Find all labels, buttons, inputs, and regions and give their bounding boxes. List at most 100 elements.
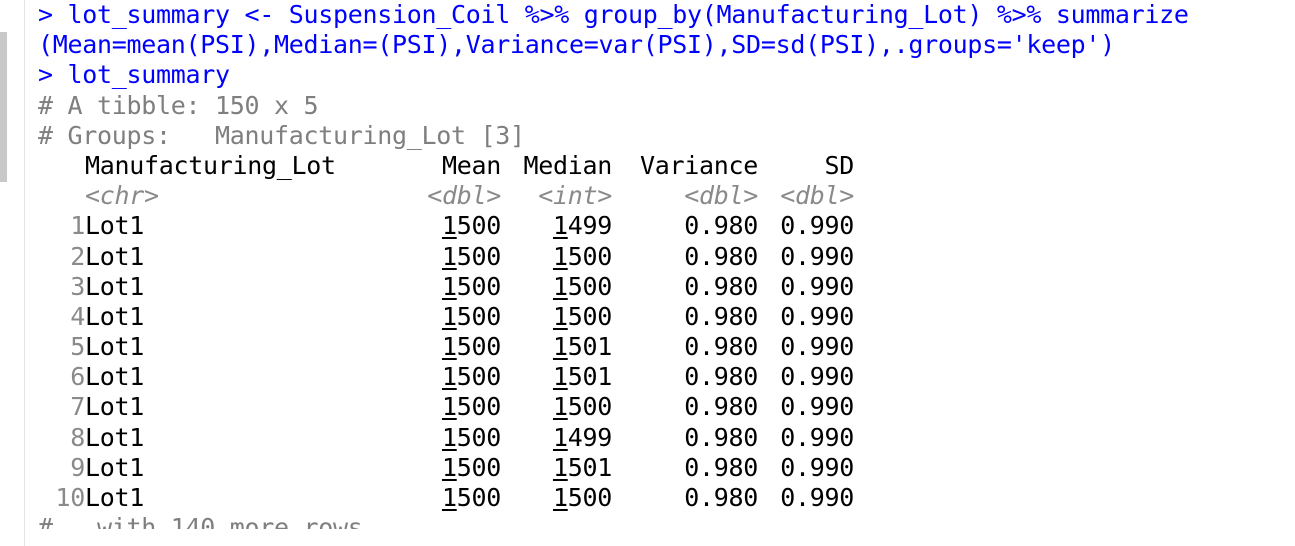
cell-median-rest: 500 <box>567 483 613 512</box>
cell-mean: 1500 <box>390 242 501 272</box>
cell-variance: 0.980 <box>684 301 758 331</box>
cell-variance: 0.980 <box>684 483 758 512</box>
type-mean: <dbl> <box>427 181 501 211</box>
cell-mean: 1500 <box>390 483 501 513</box>
cell-median-lead-digit: 1 <box>552 332 568 362</box>
cell-mean-lead-digit: 1 <box>441 452 457 482</box>
table-row: 7Lot1 1500 1500 0.980 0.990 <box>38 392 1295 422</box>
table-types: <chr> <dbl> <int> <dbl> <dbl> <box>38 181 1295 211</box>
cell-variance: 0.980 <box>684 271 758 301</box>
table-row: 3Lot1 1500 1500 0.980 0.990 <box>38 272 1295 302</box>
table-row: 8Lot1 1500 1499 0.980 0.990 <box>38 423 1295 453</box>
cell-lot: Lot1 <box>85 301 145 331</box>
cell-median-lead-digit: 1 <box>552 211 568 241</box>
cell-mean-lead-digit: 1 <box>441 362 457 392</box>
cell-median: 1500 <box>501 302 612 332</box>
cell-lot: Lot1 <box>85 211 145 241</box>
cell-median-lead-digit: 1 <box>552 271 568 301</box>
cell-lot: Lot1 <box>85 392 145 422</box>
cell-median-lead-digit: 1 <box>552 422 568 452</box>
cell-median: 1501 <box>501 362 612 392</box>
cell-lot: Lot1 <box>85 422 145 452</box>
cell-median: 1499 <box>501 423 612 453</box>
col-header-lot: Manufacturing_Lot <box>85 150 336 180</box>
cell-lot: Lot1 <box>85 332 145 362</box>
cell-lot: Lot1 <box>85 271 145 301</box>
row-number: 3 <box>70 271 85 301</box>
table-row: 2Lot1 1500 1500 0.980 0.990 <box>38 242 1295 272</box>
cell-median-rest: 500 <box>567 301 613 331</box>
cell-median-rest: 501 <box>567 452 613 482</box>
cell-sd: 0.990 <box>780 422 854 452</box>
cell-sd: 0.990 <box>780 392 854 422</box>
col-header-variance: Variance <box>639 150 758 180</box>
cell-sd: 0.990 <box>780 483 854 512</box>
cell-mean: 1500 <box>390 302 501 332</box>
col-header-median: Median <box>523 150 612 180</box>
row-number: 5 <box>70 332 85 362</box>
cell-mean-rest: 500 <box>456 211 502 241</box>
type-variance: <dbl> <box>684 181 758 211</box>
cell-mean-rest: 500 <box>456 392 502 422</box>
table-body: 1Lot1 1500 1499 0.980 0.990 2Lot1 1500 1500 0.98… <box>38 211 1295 513</box>
cell-sd: 0.990 <box>780 271 854 301</box>
cell-lot: Lot1 <box>85 362 145 392</box>
cell-sd: 0.990 <box>780 301 854 331</box>
cell-mean-lead-digit: 1 <box>441 271 457 301</box>
cell-mean-lead-digit: 1 <box>441 211 457 241</box>
cell-median-lead-digit: 1 <box>552 241 568 271</box>
cell-median-rest: 499 <box>567 211 613 241</box>
cell-sd: 0.990 <box>780 332 854 362</box>
cell-median-rest: 499 <box>567 422 613 452</box>
cell-mean-rest: 500 <box>456 271 502 301</box>
cell-mean: 1500 <box>390 392 501 422</box>
cell-median: 1501 <box>501 453 612 483</box>
cell-sd: 0.990 <box>780 211 854 241</box>
cell-mean: 1500 <box>390 332 501 362</box>
command-line-1: > lot_summary <- Suspension_Coil %>% gro… <box>38 0 1189 29</box>
col-header-sd: SD <box>824 150 854 180</box>
type-sd: <dbl> <box>780 181 854 211</box>
cell-mean-lead-digit: 1 <box>441 422 457 452</box>
cell-sd: 0.990 <box>780 362 854 392</box>
scrollbar-thumb[interactable] <box>0 32 7 182</box>
cell-median-lead-digit: 1 <box>552 392 568 422</box>
cell-mean-rest: 500 <box>456 422 502 452</box>
cell-mean: 1500 <box>390 362 501 392</box>
cell-mean-rest: 500 <box>456 362 502 392</box>
cell-median-rest: 501 <box>567 332 613 362</box>
row-number: 6 <box>70 362 85 392</box>
cell-median: 1501 <box>501 332 612 362</box>
cell-variance: 0.980 <box>684 332 758 362</box>
cell-mean-rest: 500 <box>456 241 502 271</box>
row-number: 4 <box>70 301 85 331</box>
cell-median-rest: 500 <box>567 392 613 422</box>
cell-lot: Lot1 <box>85 241 145 271</box>
cell-median-rest: 500 <box>567 271 613 301</box>
table-row: 4Lot1 1500 1500 0.980 0.990 <box>38 302 1295 332</box>
cell-mean: 1500 <box>390 423 501 453</box>
cell-mean: 1500 <box>390 453 501 483</box>
cell-mean-lead-digit: 1 <box>441 301 457 331</box>
r-console[interactable]: > lot_summary <- Suspension_Coil %>% gro… <box>38 0 1295 546</box>
cell-median-lead-digit: 1 <box>552 301 568 331</box>
cell-median-rest: 500 <box>567 241 613 271</box>
table-row: 5Lot1 1500 1501 0.980 0.990 <box>38 332 1295 362</box>
table-row: 10Lot1 1500 1500 0.980 0.990 <box>38 483 1295 513</box>
cell-mean-lead-digit: 1 <box>441 483 457 512</box>
cell-median-lead-digit: 1 <box>552 452 568 482</box>
cell-median: 1500 <box>501 242 612 272</box>
cell-variance: 0.980 <box>684 422 758 452</box>
console-gutter <box>0 0 25 546</box>
row-number-spacer <box>38 151 85 181</box>
row-number: 8 <box>70 422 85 452</box>
cell-median: 1500 <box>501 392 612 422</box>
cell-sd: 0.990 <box>780 241 854 271</box>
cell-mean: 1500 <box>390 272 501 302</box>
type-median: <int> <box>538 181 612 211</box>
cell-variance: 0.980 <box>684 392 758 422</box>
cell-median-lead-digit: 1 <box>552 483 568 512</box>
cell-median-lead-digit: 1 <box>552 362 568 392</box>
tibble-info: # A tibble: 150 x 5 <box>38 90 319 120</box>
col-header-mean: Mean <box>441 150 501 180</box>
